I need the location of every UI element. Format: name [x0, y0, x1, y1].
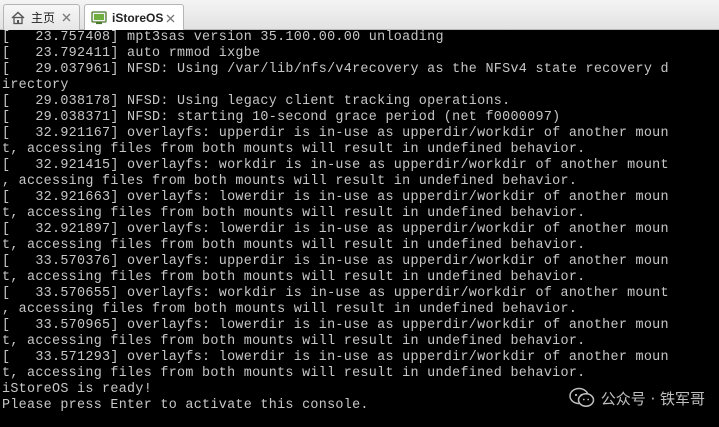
console-line: [ 33.570965] overlayfs: lowerdir is in-u…	[2, 318, 669, 333]
console-line: [ 23.757408] mpt3sas version 35.100.00.0…	[2, 30, 444, 45]
console-line: t, accessing files from both mounts will…	[2, 206, 586, 221]
tab-bar: 主页 iStoreOS	[0, 0, 719, 31]
console-line: [ 33.570655] overlayfs: workdir is in-us…	[2, 286, 669, 301]
vm-window: 主页 iStoreOS [ 23.757408] mpt3sas version…	[0, 0, 719, 427]
console-line: [ 32.921897] overlayfs: lowerdir is in-u…	[2, 222, 669, 237]
console-line: t, accessing files from both mounts will…	[2, 142, 586, 157]
console-line: [ 29.037961] NFSD: Using /var/lib/nfs/v4…	[2, 62, 669, 77]
console-line: , accessing files from both mounts will …	[2, 174, 578, 189]
console-line: iStoreOS is ready!	[2, 382, 153, 397]
console-line: [ 32.921415] overlayfs: workdir is in-us…	[2, 158, 669, 173]
console-line: t, accessing files from both mounts will…	[2, 270, 586, 285]
close-icon[interactable]	[60, 11, 73, 24]
console-line: irectory	[2, 78, 69, 93]
console-line: [ 32.921167] overlayfs: upperdir is in-u…	[2, 126, 669, 141]
watermark-text: 公众号 · 铁军哥	[600, 389, 705, 408]
tab-home-label: 主页	[31, 11, 56, 25]
home-icon	[10, 10, 26, 26]
console-line: [ 29.038371] NFSD: starting 10-second gr…	[2, 110, 561, 125]
console-line: t, accessing files from both mounts will…	[2, 366, 586, 381]
tab-istoreos-label: iStoreOS	[112, 11, 164, 25]
vm-console-icon	[91, 10, 107, 26]
console-line: [ 29.038178] NFSD: Using legacy client t…	[2, 94, 511, 109]
wechat-icon	[568, 387, 595, 409]
console-line: [ 33.570376] overlayfs: upperdir is in-u…	[2, 254, 669, 269]
console-line: , accessing files from both mounts will …	[2, 302, 578, 317]
console-line: [ 23.792411] auto rmmod ixgbe	[2, 46, 261, 61]
watermark: 公众号 · 铁军哥	[568, 387, 705, 409]
tab-istoreos[interactable]: iStoreOS	[84, 4, 184, 31]
console-line: Please press Enter to activate this cons…	[2, 398, 369, 413]
console-line: [ 32.921663] overlayfs: lowerdir is in-u…	[2, 190, 669, 205]
console-line: t, accessing files from both mounts will…	[2, 238, 586, 253]
console-line: [ 33.571293] overlayfs: lowerdir is in-u…	[2, 350, 669, 365]
close-icon[interactable]	[164, 12, 177, 25]
console-line: t, accessing files from both mounts will…	[2, 334, 586, 349]
console-output[interactable]: [ 23.757408] mpt3sas version 35.100.00.0…	[0, 30, 719, 427]
tab-home[interactable]: 主页	[3, 4, 80, 30]
